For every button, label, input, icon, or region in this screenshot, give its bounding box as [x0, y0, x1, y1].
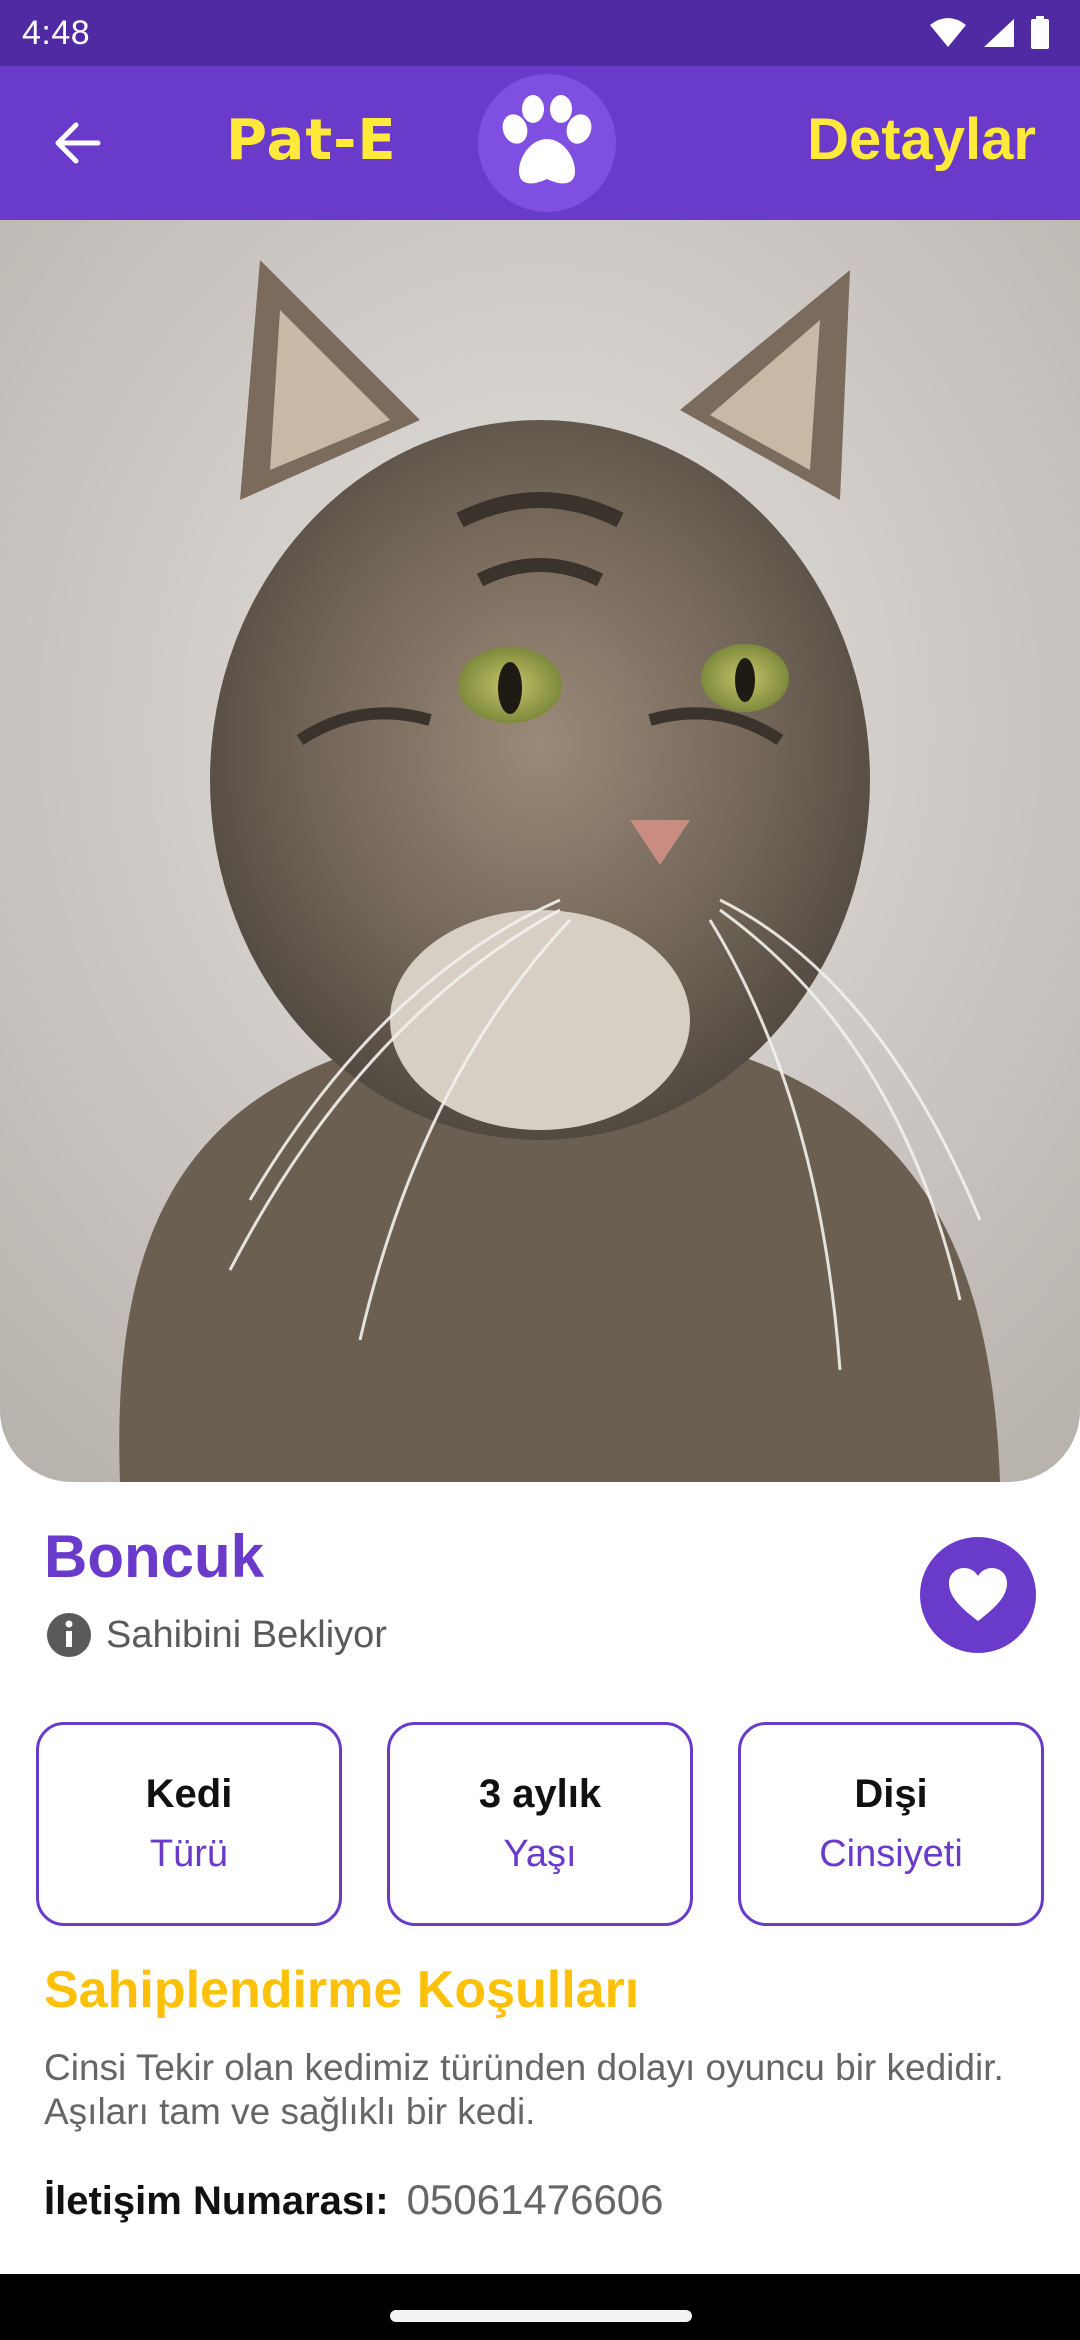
paw-icon [502, 95, 592, 184]
pet-photo [0, 220, 1080, 1482]
adoption-description: Cinsi Tekir olan kedimiz türünden dolayı… [44, 2047, 1004, 2132]
app-bar: Pat-E Detaylar [0, 66, 1080, 220]
status-time: 4:48 [22, 13, 91, 52]
paw-logo [478, 74, 616, 212]
arrow-left-icon [55, 122, 101, 164]
signal-icon [984, 19, 1014, 47]
adoption-conditions-title: Sahiplendirme Koşulları [44, 1961, 640, 2019]
favorite-button[interactable] [920, 1537, 1036, 1653]
pet-status: Sahibini Bekliyor [46, 1612, 387, 1658]
pet-age-label: Yaşı [503, 1833, 577, 1875]
brand-title: Pat-E [226, 108, 397, 173]
pet-type-card: Kedi Türü [36, 1722, 342, 1926]
system-nav-bar [0, 2274, 1080, 2340]
battery-icon [1031, 16, 1049, 49]
contact-row: İletişim Numarası: 05061476606 [44, 2176, 664, 2224]
heart-icon [949, 1568, 1007, 1621]
status-text: Sahibini Bekliyor [106, 1613, 387, 1656]
contact-phone[interactable]: 05061476606 [407, 2176, 664, 2224]
status-icons [928, 16, 1050, 50]
pet-gender-card: Dişi Cinsiyeti [738, 1722, 1044, 1926]
wifi-icon [930, 18, 966, 47]
back-button[interactable] [40, 111, 114, 175]
pet-gender-value: Dişi [854, 1772, 928, 1816]
status-bar: 4:48 [0, 0, 1080, 66]
info-icon [47, 1613, 91, 1657]
pet-name: Boncuk [44, 1523, 265, 1590]
pet-type-label: Türü [149, 1833, 229, 1875]
contact-label: İletişim Numarası: [44, 2179, 389, 2223]
screen-title: Detaylar [807, 107, 1036, 172]
pet-gender-label: Cinsiyeti [819, 1833, 963, 1875]
pet-type-value: Kedi [145, 1772, 233, 1816]
home-indicator[interactable] [390, 2310, 692, 2322]
pet-age-value: 3 aylık [478, 1772, 602, 1816]
pet-age-card: 3 aylık Yaşı [387, 1722, 693, 1926]
